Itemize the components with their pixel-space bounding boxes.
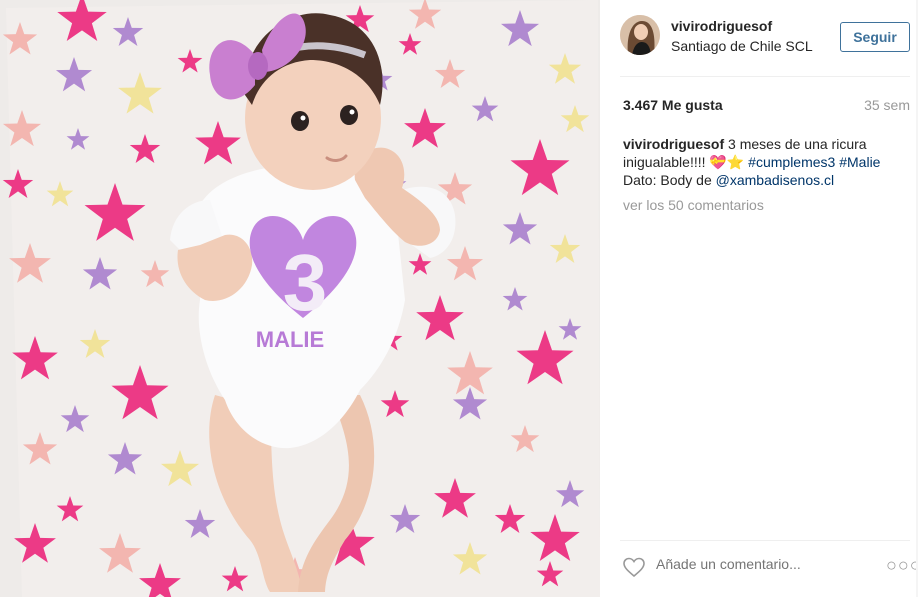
mention-link[interactable]: @xambadisenos.cl	[716, 172, 835, 188]
post-age[interactable]: 35 sem	[864, 97, 910, 113]
heart-outline-icon[interactable]	[622, 556, 646, 578]
comment-bar: ○○○	[620, 548, 918, 584]
onesie-name: MALIE	[256, 327, 324, 352]
caption-dato: Dato: Body de	[623, 172, 716, 188]
avatar[interactable]	[620, 15, 660, 55]
post-image: 3 MALIE	[0, 0, 600, 597]
avatar-image	[620, 15, 660, 55]
comment-input[interactable]	[656, 556, 866, 572]
comment-divider	[620, 540, 910, 541]
caption-username[interactable]: vivirodriguesof	[623, 136, 724, 152]
caption: vivirodriguesof 3 meses de una ricura in…	[623, 135, 908, 189]
username-link[interactable]: vivirodriguesof	[671, 18, 772, 34]
caption-emoji: 💝⭐	[709, 154, 745, 170]
hashtag-malie[interactable]: #Malie	[839, 154, 880, 170]
more-options-icon[interactable]: ○○○	[886, 556, 918, 574]
header-divider	[620, 76, 910, 77]
likes-count[interactable]: 3.467 Me gusta	[623, 97, 723, 113]
post-photo[interactable]: 3 MALIE	[0, 0, 600, 597]
hashtag-cumplemes3[interactable]: #cumplemes3	[748, 154, 835, 170]
onesie-number: 3	[283, 238, 328, 327]
post-header: vivirodriguesof Santiago de Chile SCL Se…	[600, 0, 918, 76]
location-link[interactable]: Santiago de Chile SCL	[671, 38, 813, 54]
view-all-comments-link[interactable]: ver los 50 comentarios	[623, 197, 764, 213]
post-side-panel: vivirodriguesof Santiago de Chile SCL Se…	[600, 0, 918, 597]
follow-button[interactable]: Seguir	[840, 22, 910, 52]
